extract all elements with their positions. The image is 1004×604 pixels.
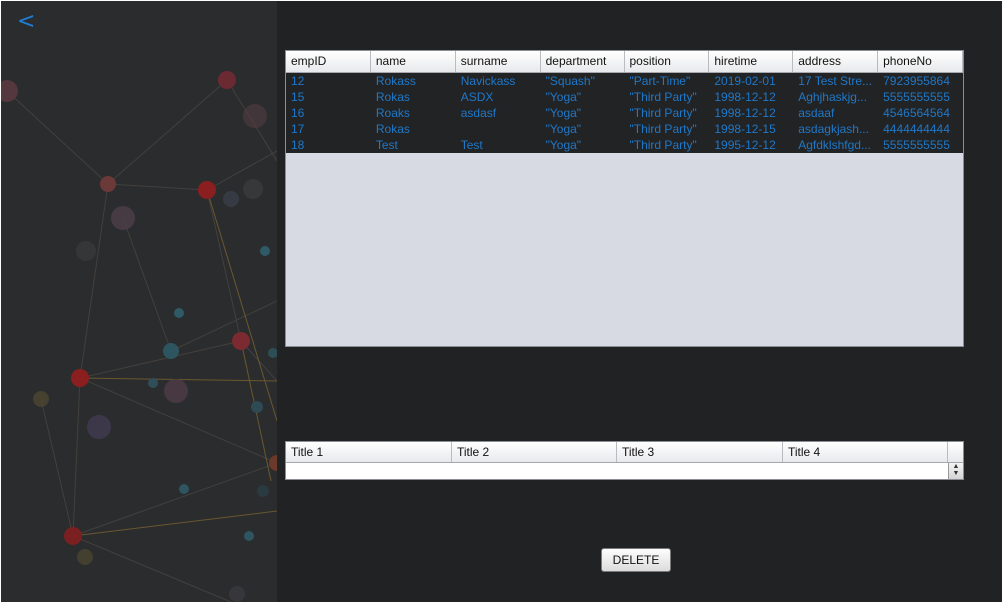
employee-table[interactable]: empID name surname department position h… — [285, 50, 964, 347]
secondary-table[interactable]: Title 1 Title 2 Title 3 Title 4 ▲ ▼ — [285, 441, 964, 480]
table-row[interactable]: 18 Test Test "Yoga" "Third Party" 1995-1… — [286, 137, 963, 153]
cell-hiretime: 1995-12-12 — [714, 138, 776, 152]
cell-department: "Yoga" — [545, 138, 582, 152]
cell-name: Rokas — [375, 90, 410, 104]
cell-position: "Third Party" — [629, 90, 697, 104]
cell-surname — [456, 121, 541, 137]
cell-address: asdagkjash... — [798, 122, 869, 136]
spinner-arrows-icon[interactable]: ▲ ▼ — [948, 463, 963, 479]
cell-phoneno: 4546564564 — [883, 106, 950, 120]
cell-position: "Third Party" — [629, 122, 697, 136]
cell-hiretime: 2019-02-01 — [714, 74, 776, 88]
cell-hiretime: 1998-12-12 — [714, 90, 776, 104]
cell-department: "Yoga" — [545, 90, 582, 104]
column-header-empid[interactable]: empID — [286, 51, 371, 72]
table-row[interactable]: 15 Rokas ASDX "Yoga" "Third Party" 1998-… — [286, 89, 963, 105]
cell-department: "Yoga" — [545, 106, 582, 120]
cell-empid: 15 — [291, 90, 305, 104]
cell-phoneno: 7923955864 — [883, 74, 950, 88]
cell-phoneno: 5555555555 — [883, 138, 950, 152]
cell-name: Rokas — [375, 122, 410, 136]
cell-name: Rokass — [375, 74, 416, 88]
column-header-name[interactable]: name — [371, 51, 456, 72]
table-row[interactable]: 12 Rokass Navickass "Squash" "Part-Time"… — [286, 73, 963, 89]
cell-hiretime: 1998-12-15 — [714, 122, 776, 136]
column-header-address[interactable]: address — [793, 51, 879, 72]
column-header-blank — [948, 442, 963, 462]
cell-surname: Navickass — [460, 74, 516, 88]
cell-name: Roaks — [375, 106, 410, 120]
column-header-title-3[interactable]: Title 3 — [617, 442, 783, 462]
secondary-table-row[interactable]: ▲ ▼ — [286, 463, 963, 479]
network-graphic — [1, 71, 277, 602]
cell-position: "Part-Time" — [629, 74, 691, 88]
column-header-surname[interactable]: surname — [456, 51, 541, 72]
cell-empid: 16 — [291, 106, 305, 120]
cell-empid: 12 — [291, 74, 305, 88]
cell-address: Aghjhaskjg... — [798, 90, 867, 104]
cell-address: 17 Test Stre... — [798, 74, 873, 88]
delete-button[interactable]: DELETE — [601, 548, 671, 572]
cell-surname: ASDX — [460, 90, 494, 104]
cell-surname: asdasf — [460, 106, 497, 120]
cell-phoneno: 4444444444 — [883, 122, 950, 136]
column-header-title-2[interactable]: Title 2 — [452, 442, 617, 462]
cell-hiretime: 1998-12-12 — [714, 106, 776, 120]
cell-department: "Yoga" — [545, 122, 582, 136]
back-button[interactable]: < — [17, 9, 41, 35]
cell-phoneno: 5555555555 — [883, 90, 950, 104]
chevron-left-icon: < — [17, 9, 36, 34]
column-header-department[interactable]: department — [541, 51, 625, 72]
cell-empid: 18 — [291, 138, 305, 152]
cell-empid: 17 — [291, 122, 305, 136]
table-header: empID name surname department position h… — [286, 51, 963, 73]
column-header-title-4[interactable]: Title 4 — [783, 442, 948, 462]
cell-surname: Test — [460, 138, 483, 152]
cell-address: Agfdklshfgd... — [798, 138, 871, 152]
table-body: 12 Rokass Navickass "Squash" "Part-Time"… — [286, 73, 963, 153]
table-row[interactable]: 16 Roaks asdasf "Yoga" "Third Party" 199… — [286, 105, 963, 121]
table-row[interactable]: 17 Rokas "Yoga" "Third Party" 1998-12-15… — [286, 121, 963, 137]
column-header-title-1[interactable]: Title 1 — [286, 442, 452, 462]
secondary-table-header: Title 1 Title 2 Title 3 Title 4 — [286, 442, 963, 463]
cell-address: asdaaf — [798, 106, 835, 120]
cell-name: Test — [375, 138, 398, 152]
cell-position: "Third Party" — [629, 106, 697, 120]
column-header-phoneno[interactable]: phoneNo — [878, 51, 963, 72]
cell-position: "Third Party" — [629, 138, 697, 152]
column-header-hiretime[interactable]: hiretime — [709, 51, 794, 72]
app-window: < empID name surname department position… — [1, 1, 1002, 602]
column-header-position[interactable]: position — [625, 51, 710, 72]
side-panel-network-graphic: < — [1, 1, 277, 602]
cell-department: "Squash" — [545, 74, 595, 88]
